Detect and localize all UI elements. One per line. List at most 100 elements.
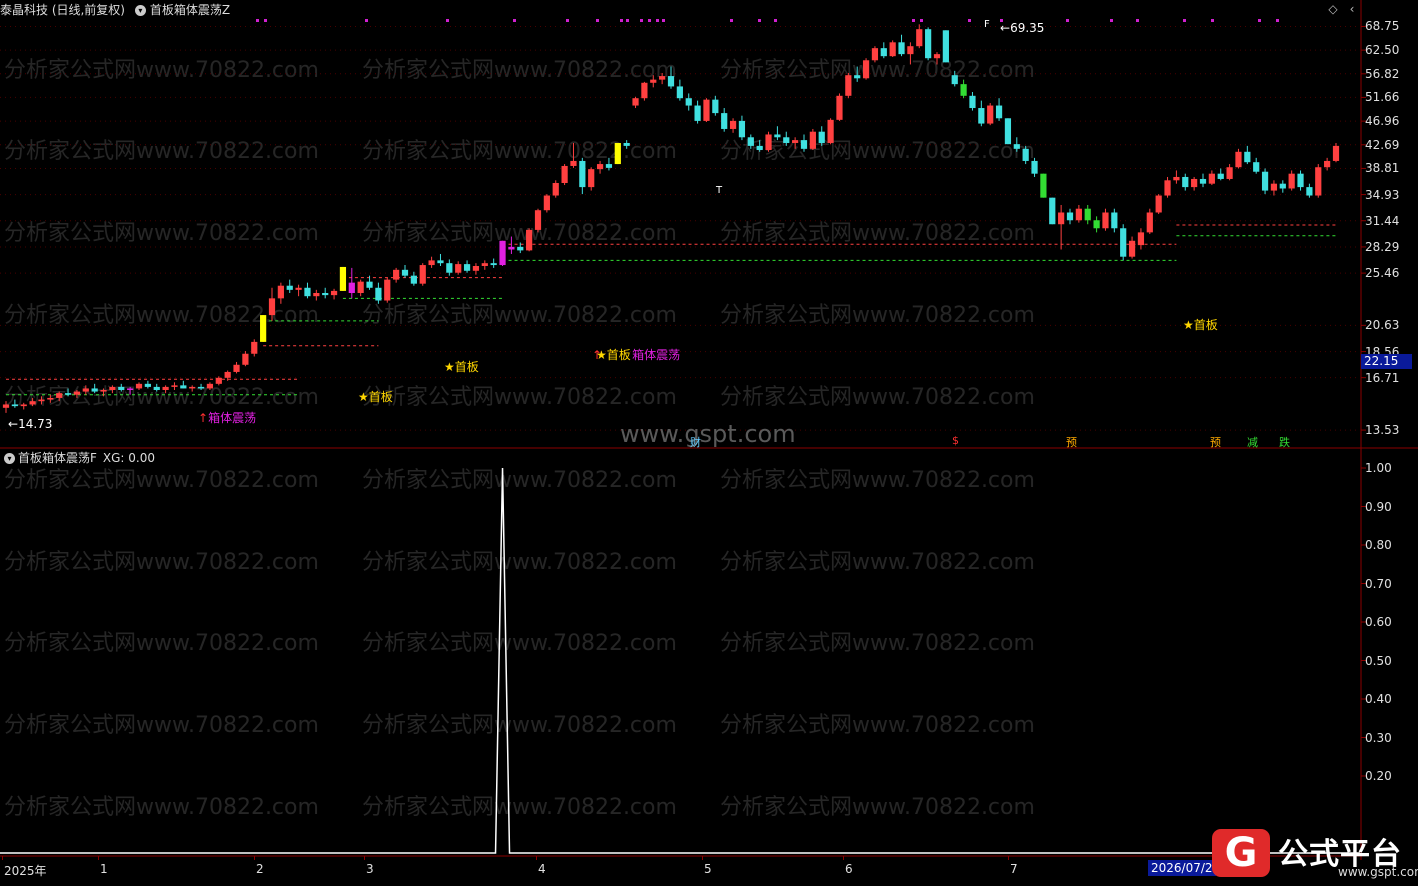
candle-body [206,383,214,389]
candle-body [1146,212,1153,233]
candle-body [1270,183,1278,191]
candle-body [162,386,169,391]
price-axis-label: 28.29 [1365,239,1400,254]
candle-body [1111,212,1118,229]
candle-body [11,404,18,407]
candle-body [472,265,480,271]
indicator-axis-label: 0.60 [1365,615,1392,629]
candle-body [455,264,462,273]
candle-body [384,279,391,301]
candle-body [614,142,621,165]
event-die[interactable]: 跌 [1279,434,1290,450]
indicator-axis: 1.00 0.90 0.80 0.70 0.60 0.50 0.40 0.30 0.20 [1362,450,1418,860]
high-price-label: ←69.35 [1000,21,1045,35]
candle-body [189,386,196,389]
indicator-axis-label: 0.80 [1365,538,1392,552]
candle-body [561,165,568,183]
signal-dot [656,19,659,22]
time-axis-tick [2,856,3,860]
time-axis-label: 5 [704,862,712,876]
candle-body [995,105,1003,119]
candle-body [437,260,444,264]
candle-body [916,29,923,47]
candle-body [1261,171,1269,191]
indicator-axis-label: 1.00 [1365,461,1392,475]
time-axis-label: 2025年 [4,864,47,878]
candle-body [854,75,861,79]
time-axis-label: 4 [538,862,546,876]
candle-body [907,46,914,55]
candle-body [410,275,417,284]
candle-body [685,98,692,106]
candle-body [827,119,834,143]
event-dollar[interactable]: $ [952,434,959,447]
first-board-label-2: ★首板 [444,360,479,374]
candle-body [792,140,799,143]
candle-body [880,48,887,57]
time-axis-label: 1 [100,862,108,876]
time-axis-label: 7 [1010,862,1018,876]
event-yu-2[interactable]: 预 [1210,434,1221,450]
time-axis-tick [702,856,703,860]
indicator-panel-dropdown-icon[interactable]: ▾ [4,453,15,464]
candle-body [2,404,10,408]
candle-body [800,140,808,149]
candle-body [20,404,27,407]
candle-body [1182,176,1189,188]
indicator-panel-title: ▾ 首板箱体震荡F XG: 0.00 [4,450,155,466]
signal-dot [1258,19,1261,22]
candle-body [721,113,728,129]
candle-body [729,120,737,129]
signal-dot [912,19,915,22]
current-price-tag: 22.15 [1361,354,1412,369]
candle-body [268,298,276,316]
time-axis-cursor-date: 2026/07/2 [1148,860,1216,876]
candle-body [508,246,515,250]
event-yu[interactable]: 预 [1066,434,1077,450]
time-axis-tick [98,856,99,860]
candle-body [889,42,896,57]
event-cai[interactable]: 财 [690,434,701,450]
candle-body [153,386,160,391]
signal-dot [620,19,623,22]
candle-body [286,285,293,290]
candle-body [348,282,355,294]
candle-body [1066,212,1074,221]
signal-dot [920,19,923,22]
candle-body [1288,173,1295,189]
price-axis-label: 31.44 [1365,213,1400,228]
signal-dot [662,19,665,22]
candle-body [446,263,453,273]
event-jian[interactable]: 减 [1247,434,1258,450]
price-axis-label: 62.50 [1365,43,1400,58]
candle-body [1128,240,1136,257]
candle-body [969,95,976,109]
indicator-xg-line [0,467,1360,854]
candle-body [552,182,559,196]
candle-body [82,388,89,392]
candle-body [91,388,98,392]
candle-body [1164,180,1171,196]
candle-body [313,293,320,297]
candle-body [180,385,187,389]
indicator-axis-label: 0.50 [1365,653,1392,668]
candle-body [774,134,781,138]
candle-body [242,353,249,365]
signal-dot [1136,19,1139,22]
candle-body [215,377,222,384]
candle-body [623,142,630,146]
candle-body [667,76,675,87]
candle-body [1173,176,1180,181]
candle-body [1217,173,1224,179]
candle-body [118,386,125,391]
candle-body [579,160,586,188]
time-axis-tick [843,856,844,860]
candle-body [1199,178,1207,184]
candle-body [632,98,639,106]
candle-body [1022,148,1029,161]
candle-body [463,264,471,271]
signal-dot [596,19,599,22]
candle-body [933,54,941,59]
signal-dot [774,19,777,22]
indicator-panel-name[interactable]: 首板箱体震荡F [18,451,97,465]
